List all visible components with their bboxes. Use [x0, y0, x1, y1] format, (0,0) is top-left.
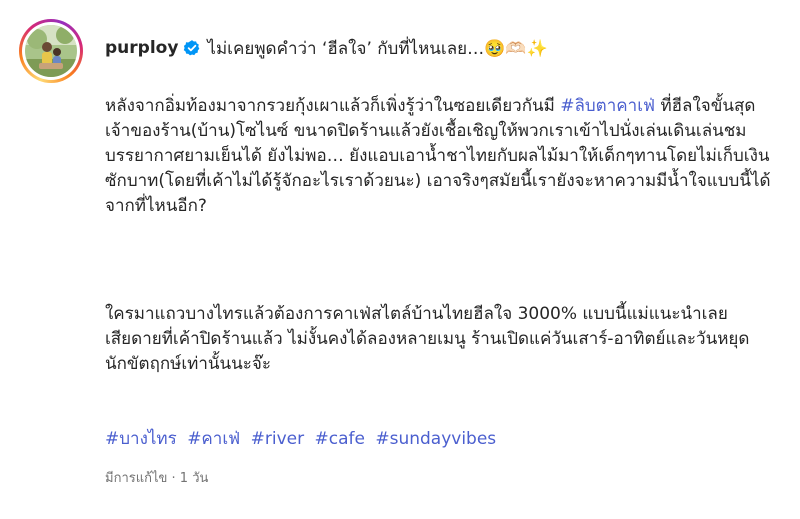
- instagram-post-caption: purploy ไม่เคยพูดคำว่า ‘ฮีลใจ’ กับที่ไหน…: [0, 0, 800, 519]
- avatar-frame: [22, 22, 80, 80]
- hashtag-link-cafe-name[interactable]: #ลิบตาคาเฟ่: [560, 96, 655, 116]
- story-ring[interactable]: [19, 19, 83, 83]
- post-meta-edited-time: มีการแก้ไข · 1 วัน: [105, 471, 209, 486]
- hashtag-link[interactable]: #คาเฟ่: [187, 429, 240, 449]
- hashtag-link[interactable]: #cafe: [314, 429, 364, 449]
- caption-paragraph-2: ใครมาแถวบางไทรแล้วต้องการคาเฟ่สไตล์บ้านไ…: [105, 304, 750, 374]
- headline-emoji: 🥹🫶🏻✨: [484, 38, 548, 59]
- hashtag-link[interactable]: #sundayvibes: [375, 429, 496, 449]
- post-header: purploy ไม่เคยพูดคำว่า ‘ฮีลใจ’ กับที่ไหน…: [105, 36, 548, 60]
- hashtag-list: #บางไทร #คาเฟ่ #river #cafe #sundayvibes: [105, 427, 501, 452]
- username-link[interactable]: purploy: [105, 38, 178, 58]
- hashtag-link[interactable]: #river: [251, 429, 304, 449]
- post-headline: ไม่เคยพูดคำว่า ‘ฮีลใจ’ กับที่ไหนเลย…🥹🫶🏻✨: [207, 35, 547, 62]
- avatar[interactable]: [25, 25, 77, 77]
- caption-p1-text-start: หลังจากอิ่มท้องมาจากรวยกุ้งเผาแล้วก็เพิ่…: [105, 96, 561, 116]
- hashtag-link[interactable]: #บางไทร: [105, 429, 177, 449]
- caption-paragraph-1: หลังจากอิ่มท้องมาจากรวยกุ้งเผาแล้วก็เพิ่…: [105, 94, 785, 219]
- post-headline-text: ไม่เคยพูดคำว่า ‘ฮีลใจ’ กับที่ไหนเลย…: [207, 38, 485, 59]
- verified-badge-icon: [184, 40, 200, 56]
- avatar-photo-icon: [25, 25, 77, 77]
